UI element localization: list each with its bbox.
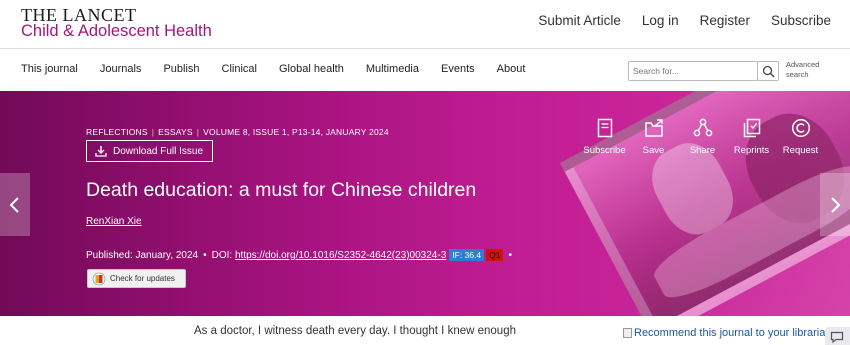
category-essays[interactable]: ESSAYS: [158, 127, 193, 137]
chat-icon: [830, 331, 844, 343]
publication-info: Published: January, 2024 • DOI: https://…: [86, 249, 512, 261]
recommend-journal-link[interactable]: Recommend this journal to your librarian: [623, 327, 831, 339]
check-for-updates-button[interactable]: Check for updates: [87, 269, 186, 288]
impact-factor-badge: IF: 36.4: [449, 249, 485, 261]
carousel-next-button[interactable]: [820, 173, 850, 236]
article-actions: Subscribe Save Share Reprints Request: [580, 116, 825, 156]
chevron-left-icon: [9, 197, 19, 213]
subscribe-action[interactable]: Subscribe: [580, 116, 629, 156]
feedback-tab[interactable]: [825, 327, 850, 345]
account-links: Submit Article Log in Register Subscribe: [538, 13, 831, 28]
submit-article-link[interactable]: Submit Article: [538, 13, 621, 28]
article-body-first-line: As a doctor, I witness death every day. …: [194, 325, 516, 337]
site-header: THE LANCET Child & Adolescent Health Sub…: [0, 0, 850, 48]
crossmark-icon: [92, 272, 106, 285]
published-date: January, 2024: [135, 249, 199, 261]
nav-item-about[interactable]: About: [497, 63, 526, 75]
download-icon: [95, 146, 107, 157]
issue-info[interactable]: VOLUME 8, ISSUE 1, P13-14, JANUARY 2024: [203, 127, 389, 137]
carousel-prev-button[interactable]: [0, 173, 30, 236]
request-action[interactable]: Request: [776, 116, 825, 156]
main-nav: This journal Journals Publish Clinical G…: [0, 49, 850, 91]
document-icon: [597, 118, 612, 138]
search-input[interactable]: [628, 61, 758, 81]
author-link[interactable]: RenXian Xie: [86, 216, 142, 227]
reprints-icon: [743, 118, 760, 138]
quartile-badge: Q1: [486, 249, 504, 261]
nav-item-global-health[interactable]: Global health: [279, 63, 344, 75]
search-icon: [762, 65, 775, 78]
subscribe-link[interactable]: Subscribe: [771, 13, 831, 28]
share-icon: [693, 118, 712, 137]
nav-item-clinical[interactable]: Clinical: [222, 63, 257, 75]
category-reflections[interactable]: REFLECTIONS: [86, 127, 148, 137]
login-link[interactable]: Log in: [642, 13, 679, 28]
advanced-search-link[interactable]: Advanced search: [786, 60, 819, 80]
published-label: Published:: [86, 249, 133, 261]
copyright-icon: [791, 118, 810, 138]
register-link[interactable]: Register: [700, 13, 750, 28]
nav-item-journals[interactable]: Journals: [100, 63, 142, 75]
nav-item-events[interactable]: Events: [441, 63, 475, 75]
doi-link[interactable]: https://doi.org/10.1016/S2352-4642(23)00…: [235, 250, 446, 261]
folder-save-icon: [644, 119, 663, 137]
save-action[interactable]: Save: [629, 116, 678, 156]
journal-logo-line2[interactable]: Child & Adolescent Health: [21, 22, 212, 41]
doi-label: DOI:: [211, 249, 233, 261]
article-meta: REFLECTIONS | ESSAYS | VOLUME 8, ISSUE 1, P1…: [86, 127, 389, 137]
article-hero: REFLECTIONS | ESSAYS | VOLUME 8, ISSUE 1, P1…: [0, 91, 850, 316]
search-button[interactable]: [757, 61, 779, 81]
download-full-issue-button[interactable]: Download Full Issue: [86, 140, 213, 162]
reprints-action[interactable]: Reprints: [727, 116, 776, 156]
broken-image-icon: [623, 328, 632, 338]
nav-item-multimedia[interactable]: Multimedia: [366, 63, 419, 75]
nav-item-this-journal[interactable]: This journal: [21, 63, 78, 75]
share-action[interactable]: Share: [678, 116, 727, 156]
article-title: Death education: a must for Chinese chil…: [86, 179, 477, 201]
chevron-right-icon: [831, 197, 841, 213]
nav-item-publish[interactable]: Publish: [163, 63, 199, 75]
